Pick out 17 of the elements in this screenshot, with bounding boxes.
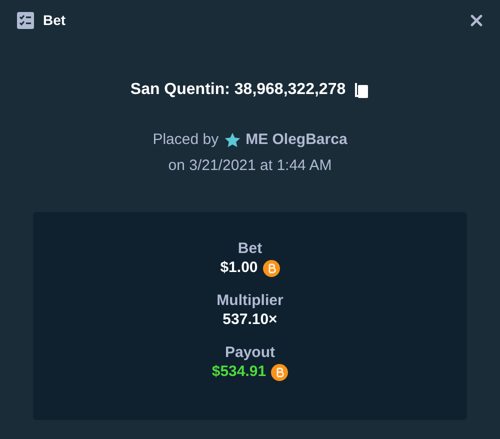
star-icon	[224, 132, 241, 149]
username-link[interactable]: ME OlegBarca	[246, 129, 348, 152]
bitcoin-coin-icon	[271, 364, 288, 380]
bitcoin-coin-icon	[262, 260, 280, 276]
multiplier-value: 537.10×	[222, 310, 278, 330]
stat-label: Bet	[238, 239, 262, 258]
close-button[interactable]	[469, 14, 483, 28]
stat-label: Payout	[224, 343, 275, 362]
bet-date: on 3/21/2021 at 1:44 AM	[168, 156, 332, 176]
payout-amount: $534.91	[212, 362, 266, 382]
bet-amount: $1.00	[220, 258, 258, 278]
window-title: Bet	[43, 11, 66, 30]
stat-label: Multiplier	[216, 291, 284, 310]
checklist-icon	[17, 12, 34, 29]
copy-icon[interactable]	[354, 82, 370, 98]
placed-by-label: Placed by	[152, 130, 219, 150]
game-title: San Quentin: 38,968,322,278	[130, 80, 346, 100]
